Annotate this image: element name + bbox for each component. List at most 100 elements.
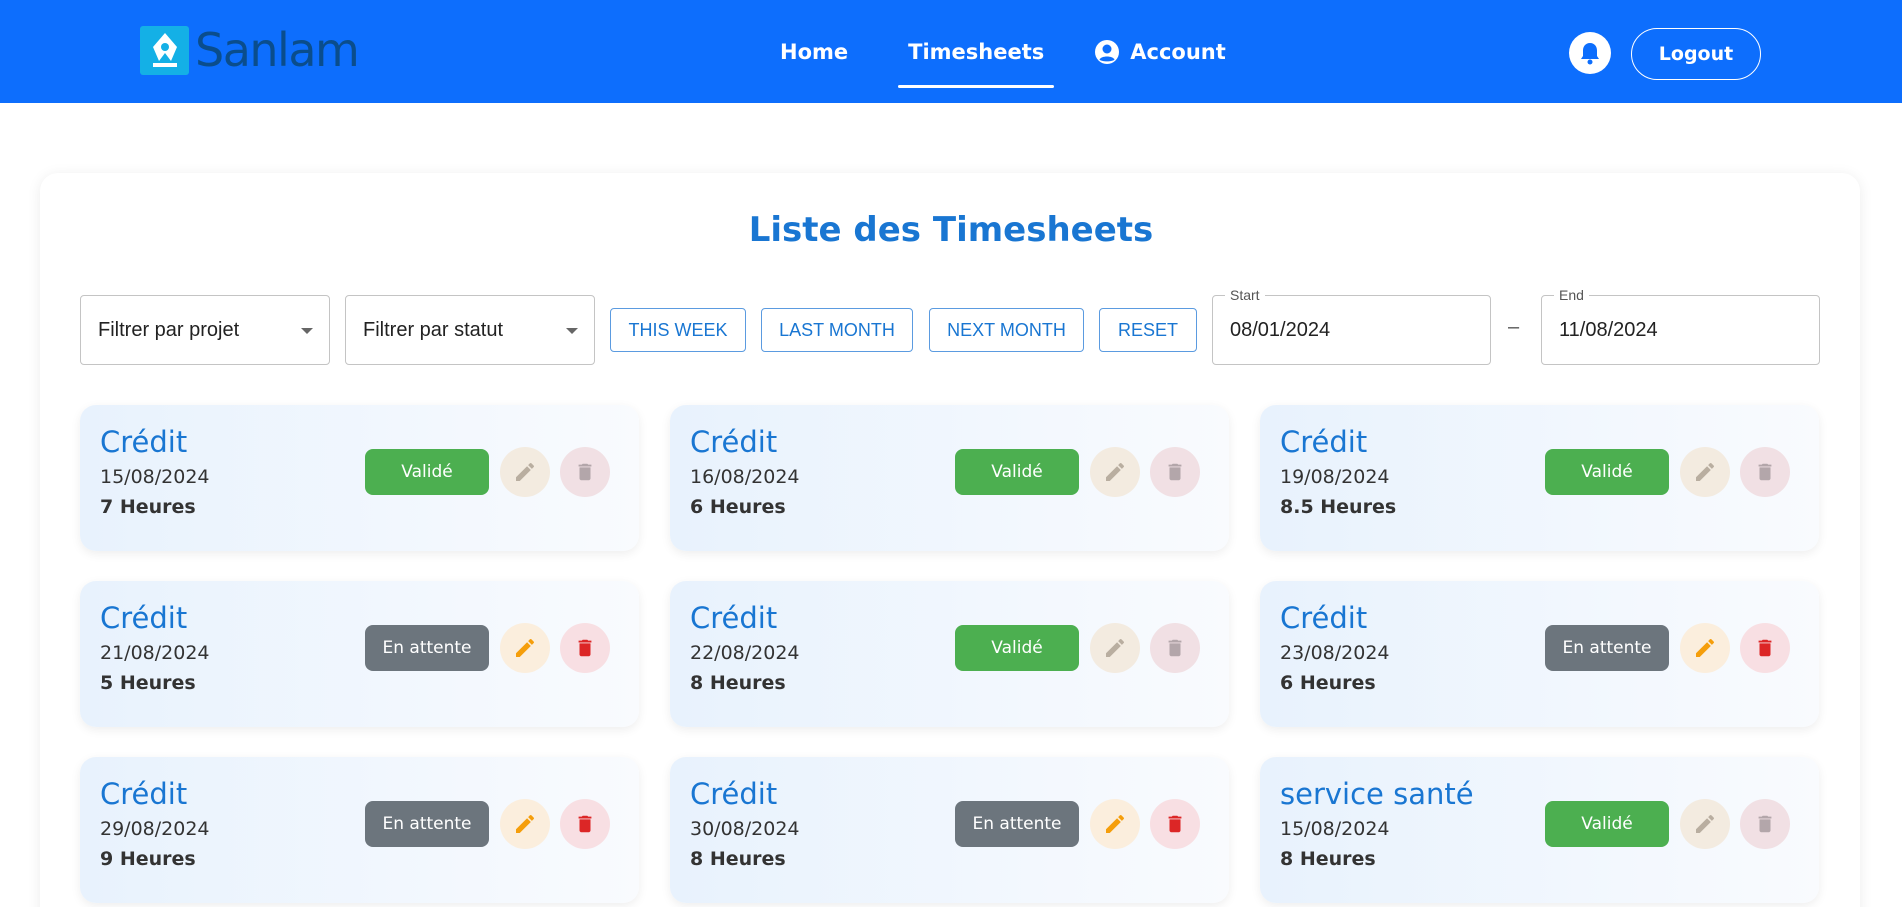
edit-button[interactable] [1680,799,1730,849]
status-badge: Validé [365,449,489,495]
pencil-icon [1106,638,1125,657]
delete-button[interactable] [1150,623,1200,673]
trash-icon [1168,639,1182,657]
status-badge: Validé [955,625,1079,671]
card-project: service santé [1280,777,1474,811]
start-date-field[interactable]: Start 08/01/2024 [1212,287,1491,365]
card-date: 30/08/2024 [690,818,800,840]
project-filter-placeholder: Filtrer par projet [98,318,240,341]
edit-button[interactable] [1090,623,1140,673]
caret-down-icon [301,328,313,334]
timesheet-card[interactable]: service santé 15/08/2024 8 Heures Validé [1260,757,1819,903]
this-week-button[interactable]: THIS WEEK [610,308,746,352]
card-hours: 6 Heures [690,496,786,518]
pencil-icon [516,638,535,657]
notifications-button[interactable] [1569,32,1611,74]
pencil-icon [516,462,535,481]
card-date: 19/08/2024 [1280,466,1390,488]
last-month-button[interactable]: LAST MONTH [761,308,913,352]
bell-icon [1581,43,1599,65]
nav-links: Home Timesheets Account [760,0,1226,103]
nav-home[interactable]: Home [780,0,848,103]
card-hours: 8 Heures [690,848,786,870]
timesheet-card[interactable]: Crédit 29/08/2024 9 Heures En attente [80,757,639,903]
sanlam-logo[interactable]: Sanlam [140,23,360,77]
edit-button[interactable] [1680,447,1730,497]
trash-icon [1168,815,1182,833]
timesheet-card[interactable]: Crédit 21/08/2024 5 Heures En attente [80,581,639,727]
edit-button[interactable] [1090,447,1140,497]
pencil-icon [1696,462,1715,481]
card-hours: 8 Heures [1280,848,1376,870]
card-project: Crédit [100,777,188,811]
edit-button[interactable] [500,623,550,673]
card-project: Crédit [690,601,778,635]
card-hours: 7 Heures [100,496,196,518]
delete-button[interactable] [1740,447,1790,497]
delete-button[interactable] [560,623,610,673]
card-date: 15/08/2024 [1280,818,1390,840]
card-date: 29/08/2024 [100,818,210,840]
pencil-icon [1696,814,1715,833]
end-date-field[interactable]: End 11/08/2024 [1541,287,1820,365]
status-badge: En attente [365,801,489,847]
delete-button[interactable] [1150,447,1200,497]
trash-icon [578,815,592,833]
card-project: Crédit [1280,601,1368,635]
trash-icon [1168,463,1182,481]
edit-button[interactable] [1680,623,1730,673]
reset-button[interactable]: RESET [1099,308,1197,352]
end-date-label: End [1554,287,1589,303]
next-month-button[interactable]: NEXT MONTH [929,308,1084,352]
card-hours: 8 Heures [690,672,786,694]
card-hours: 6 Heures [1280,672,1376,694]
pencil-icon [1696,638,1715,657]
status-badge: En attente [955,801,1079,847]
status-badge: En attente [365,625,489,671]
pencil-icon [1106,462,1125,481]
card-date: 21/08/2024 [100,642,210,664]
top-navbar: Sanlam Home Timesheets Account Logout [0,0,1902,103]
edit-button[interactable] [500,447,550,497]
start-date-value: 08/01/2024 [1230,319,1331,341]
brand-name: Sanlam [195,23,360,77]
card-hours: 8.5 Heures [1280,496,1397,518]
account-circle-icon [1095,39,1120,64]
edit-button[interactable] [500,799,550,849]
pencil-icon [1106,814,1125,833]
card-date: 23/08/2024 [1280,642,1390,664]
delete-button[interactable] [560,799,610,849]
timesheet-card[interactable]: Crédit 16/08/2024 6 Heures Validé [670,405,1229,551]
card-project: Crédit [690,777,778,811]
delete-button[interactable] [560,447,610,497]
status-badge: Validé [1545,449,1669,495]
logout-button[interactable]: Logout [1631,28,1761,80]
timesheet-card[interactable]: Crédit 23/08/2024 6 Heures En attente [1260,581,1819,727]
card-date: 16/08/2024 [690,466,800,488]
caret-down-icon [566,328,578,334]
delete-button[interactable] [1740,623,1790,673]
trash-icon [578,639,592,657]
card-hours: 9 Heures [100,848,196,870]
timesheet-card[interactable]: Crédit 19/08/2024 8.5 Heures Validé [1260,405,1819,551]
status-badge: En attente [1545,625,1669,671]
nav-account-label: Account [1130,39,1226,64]
status-filter-select[interactable]: Filtrer par statut [345,295,595,365]
timesheet-card[interactable]: Crédit 30/08/2024 8 Heures En attente [670,757,1229,903]
trash-icon [578,463,592,481]
card-project: Crédit [100,601,188,635]
timesheet-card[interactable]: Crédit 22/08/2024 8 Heures Validé [670,581,1229,727]
card-project: Crédit [1280,425,1368,459]
date-range-separator: – [1508,316,1520,338]
start-date-label: Start [1225,287,1265,303]
edit-button[interactable] [1090,799,1140,849]
pencil-icon [516,814,535,833]
timesheet-card[interactable]: Crédit 15/08/2024 7 Heures Validé [80,405,639,551]
end-date-value: 11/08/2024 [1559,319,1658,341]
card-date: 15/08/2024 [100,466,210,488]
delete-button[interactable] [1150,799,1200,849]
nav-timesheets[interactable]: Timesheets [898,0,1055,103]
nav-account[interactable]: Account [1094,0,1226,103]
project-filter-select[interactable]: Filtrer par projet [80,295,330,365]
delete-button[interactable] [1740,799,1790,849]
